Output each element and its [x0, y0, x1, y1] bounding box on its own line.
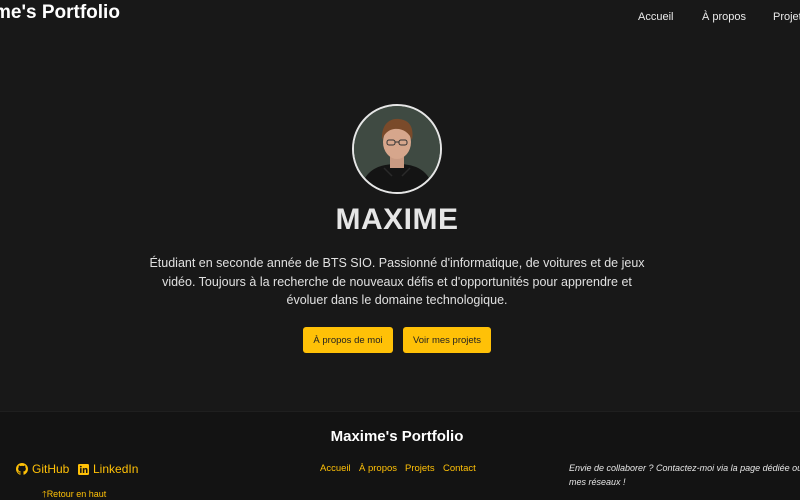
footer-link-accueil[interactable]: Accueil — [320, 463, 351, 474]
hero-description: Étudiant en seconde année de BTS SIO. Pa… — [149, 256, 645, 307]
footer-note: Envie de collaborer ? Contactez-moi via … — [569, 463, 800, 487]
profile-avatar — [352, 104, 442, 194]
linkedin-label: LinkedIn — [93, 462, 139, 476]
linkedin-icon — [78, 463, 89, 475]
github-link[interactable]: GitHub — [16, 462, 69, 476]
back-to-top-link[interactable]: 🡑Retour en haut — [42, 487, 106, 500]
footer-link-a-propos[interactable]: À propos — [359, 463, 397, 474]
view-projects-button[interactable]: Voir mes projets — [403, 327, 491, 353]
github-label: GitHub — [32, 462, 70, 476]
footer-link-contact[interactable]: Contact — [443, 463, 476, 474]
footer-title: Maxime's Portfolio — [330, 428, 464, 445]
site-footer: Maxime's Portfolio GitHub LinkedIn 🡑Reto… — [0, 411, 800, 500]
back-to-top-label: Retour en haut — [46, 489, 107, 499]
footer-link-projets[interactable]: Projets — [405, 463, 435, 474]
github-icon — [16, 463, 28, 475]
about-me-button[interactable]: À propos de moi — [303, 327, 393, 353]
hero-name: MAXIME — [335, 203, 459, 236]
profile-photo-image — [354, 106, 440, 192]
hero-section: MAXIME Étudiant en seconde année de BTS … — [0, 0, 800, 410]
linkedin-link[interactable]: LinkedIn — [78, 462, 138, 476]
